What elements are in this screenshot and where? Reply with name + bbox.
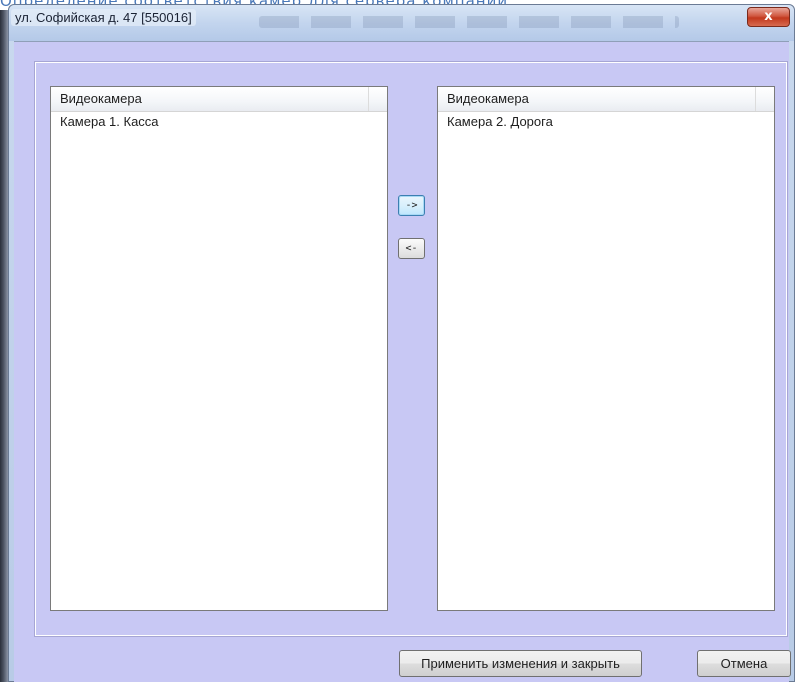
move-right-button[interactable]: -> <box>398 195 425 216</box>
list-body: Камера 1. Касса <box>51 112 387 132</box>
window-title: ул. Софийская д. 47 [550016] <box>11 9 196 26</box>
close-button[interactable]: x <box>747 7 790 27</box>
screenshot-root: Определение соответствия камер для серве… <box>0 0 795 682</box>
column-header-videocamera[interactable]: Видеокамера <box>51 87 369 111</box>
column-header-videocamera[interactable]: Видеокамера <box>438 87 756 111</box>
dialog-window: ул. Софийская д. 47 [550016] x Видеокаме… <box>8 4 795 682</box>
available-cameras-list[interactable]: Видеокамера Камера 1. Касса <box>50 86 388 611</box>
dialog-client-area: Видеокамера Камера 1. Касса -> <- Видеок… <box>14 41 791 682</box>
list-item[interactable]: Камера 1. Касса <box>51 112 387 132</box>
list-item[interactable]: Камера 2. Дорога <box>438 112 774 132</box>
list-header: Видеокамера <box>51 87 387 112</box>
title-bar[interactable]: ул. Софийская д. 47 [550016] x <box>9 5 794 41</box>
cancel-button[interactable]: Отмена <box>697 650 791 677</box>
apply-and-close-button[interactable]: Применить изменения и закрыть <box>399 650 642 677</box>
list-body: Камера 2. Дорога <box>438 112 774 132</box>
list-header: Видеокамера <box>438 87 774 112</box>
assigned-cameras-list[interactable]: Видеокамера Камера 2. Дорога <box>437 86 775 611</box>
title-bar-ghost-text <box>259 16 679 28</box>
close-icon: x <box>764 9 773 24</box>
move-left-button[interactable]: <- <box>398 238 425 259</box>
